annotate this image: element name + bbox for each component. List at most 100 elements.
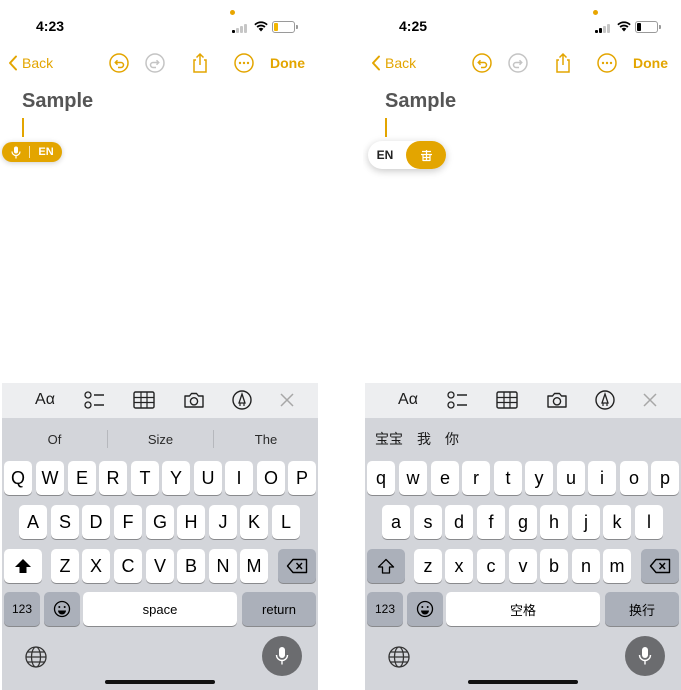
key-f[interactable]: F (114, 505, 142, 539)
key-r[interactable]: R (99, 461, 127, 495)
key-p[interactable]: p (651, 461, 679, 495)
candidate-item[interactable]: 你 (445, 429, 459, 449)
key-b[interactable]: B (177, 549, 205, 583)
key-y[interactable]: Y (162, 461, 190, 495)
key-e[interactable]: e (431, 461, 459, 495)
dictation-mic-button[interactable] (625, 636, 665, 676)
key-h[interactable]: h (540, 505, 568, 539)
key-w[interactable]: W (36, 461, 64, 495)
delete-key[interactable] (278, 549, 316, 583)
more-icon[interactable] (233, 52, 255, 74)
key-n[interactable]: N (209, 549, 237, 583)
key-k[interactable]: k (603, 505, 631, 539)
key-i[interactable]: I (225, 461, 253, 495)
key-v[interactable]: v (509, 549, 537, 583)
key-j[interactable]: J (209, 505, 237, 539)
key-m[interactable]: M (240, 549, 268, 583)
globe-icon[interactable] (387, 645, 411, 669)
pinyin-mode-button[interactable] (406, 141, 446, 169)
done-button[interactable]: Done (633, 55, 668, 71)
key-w[interactable]: w (399, 461, 427, 495)
home-indicator[interactable] (468, 680, 578, 684)
key-d[interactable]: d (445, 505, 473, 539)
key-b[interactable]: b (540, 549, 568, 583)
key-p[interactable]: P (288, 461, 316, 495)
space-key[interactable]: space (83, 592, 237, 626)
markup-pen-icon[interactable] (231, 389, 253, 411)
suggestion-item[interactable]: Of (2, 432, 107, 447)
close-icon[interactable] (641, 389, 659, 411)
note-title[interactable]: Sample (22, 90, 93, 113)
key-n[interactable]: n (572, 549, 600, 583)
key-m[interactable]: m (603, 549, 631, 583)
back-button[interactable]: Back (371, 52, 416, 74)
key-h[interactable]: H (177, 505, 205, 539)
candidate-item[interactable]: 宝宝 (375, 429, 403, 449)
key-t[interactable]: T (131, 461, 159, 495)
shift-key[interactable] (4, 549, 42, 583)
key-d[interactable]: D (82, 505, 110, 539)
dictation-language-pill[interactable]: EN (2, 142, 62, 162)
key-o[interactable]: o (620, 461, 648, 495)
shift-key[interactable] (367, 549, 405, 583)
table-icon[interactable] (495, 389, 519, 411)
return-key[interactable]: 换行 (605, 592, 679, 626)
key-c[interactable]: C (114, 549, 142, 583)
suggestion-item[interactable]: The (214, 432, 318, 447)
home-indicator[interactable] (105, 680, 215, 684)
note-title[interactable]: Sample (385, 90, 456, 113)
key-t[interactable]: t (494, 461, 522, 495)
close-icon[interactable] (278, 389, 296, 411)
key-o[interactable]: O (257, 461, 285, 495)
key-c[interactable]: c (477, 549, 505, 583)
emoji-key[interactable] (44, 592, 80, 626)
camera-icon[interactable] (545, 389, 569, 411)
key-r[interactable]: r (462, 461, 490, 495)
markup-pen-icon[interactable] (594, 389, 616, 411)
key-e[interactable]: E (68, 461, 96, 495)
undo-icon[interactable] (108, 52, 130, 74)
key-q[interactable]: q (367, 461, 395, 495)
redo-icon[interactable] (507, 52, 529, 74)
undo-icon[interactable] (471, 52, 493, 74)
key-z[interactable]: z (414, 549, 442, 583)
text-format-button[interactable]: Aα (32, 389, 58, 411)
key-i[interactable]: i (588, 461, 616, 495)
redo-icon[interactable] (144, 52, 166, 74)
key-z[interactable]: Z (51, 549, 79, 583)
key-q[interactable]: Q (4, 461, 32, 495)
key-a[interactable]: A (19, 505, 47, 539)
suggestion-item[interactable]: Size (108, 432, 213, 447)
key-u[interactable]: U (194, 461, 222, 495)
key-g[interactable]: G (146, 505, 174, 539)
key-v[interactable]: V (146, 549, 174, 583)
key-l[interactable]: l (635, 505, 663, 539)
text-format-button[interactable]: Aα (395, 389, 421, 411)
key-s[interactable]: S (51, 505, 79, 539)
candidate-item[interactable]: 我 (417, 429, 431, 449)
key-g[interactable]: g (509, 505, 537, 539)
checklist-icon[interactable] (84, 389, 106, 411)
return-key[interactable]: return (242, 592, 316, 626)
key-l[interactable]: L (272, 505, 300, 539)
checklist-icon[interactable] (447, 389, 469, 411)
numbers-key[interactable]: 123 (4, 592, 40, 626)
dictation-language-pill[interactable]: EN (368, 141, 446, 169)
dictation-mic-button[interactable] (262, 636, 302, 676)
key-j[interactable]: j (572, 505, 600, 539)
emoji-key[interactable] (407, 592, 443, 626)
camera-icon[interactable] (182, 389, 206, 411)
key-y[interactable]: y (525, 461, 553, 495)
back-button[interactable]: Back (8, 52, 53, 74)
space-key[interactable]: 空格 (446, 592, 600, 626)
share-icon[interactable] (552, 52, 574, 74)
key-f[interactable]: f (477, 505, 505, 539)
key-s[interactable]: s (414, 505, 442, 539)
done-button[interactable]: Done (270, 55, 305, 71)
share-icon[interactable] (189, 52, 211, 74)
key-k[interactable]: K (240, 505, 268, 539)
key-x[interactable]: x (445, 549, 473, 583)
more-icon[interactable] (596, 52, 618, 74)
delete-key[interactable] (641, 549, 679, 583)
key-u[interactable]: u (557, 461, 585, 495)
